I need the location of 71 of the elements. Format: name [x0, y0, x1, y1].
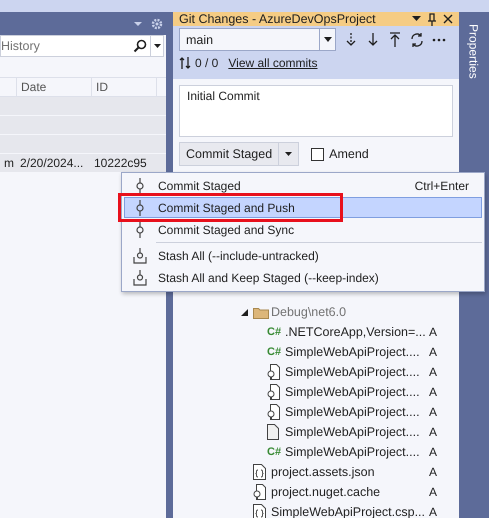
close-icon[interactable]: [443, 14, 453, 24]
caret-icon: [324, 37, 332, 42]
file-gear-icon: [267, 364, 281, 380]
settings-icon[interactable]: [151, 18, 163, 30]
file-item[interactable]: SimpleWebApiProject....: [285, 445, 429, 459]
file-gear-icon: [267, 404, 281, 420]
search-icon: [133, 39, 147, 53]
file-status: A: [429, 365, 438, 379]
menu-item[interactable]: Commit Staged Ctrl+Enter: [124, 175, 482, 196]
stash-icon: [133, 270, 147, 286]
commit-icon: [135, 178, 145, 194]
checkbox[interactable]: [311, 148, 324, 160]
expanded-icon[interactable]: [241, 308, 248, 316]
folder-icon: [253, 306, 269, 318]
file-item[interactable]: SimpleWebApiProject....: [285, 345, 429, 359]
csharp-icon: C#: [267, 326, 282, 338]
table-cell-text: 10222c95: [93, 156, 147, 170]
caret-icon: [285, 152, 292, 156]
table-row[interactable]: m 2/20/2024... 10222c95: [0, 154, 166, 172]
file-status: A: [429, 465, 438, 479]
file-item[interactable]: .NETCoreApp,Version=...: [285, 325, 429, 339]
table-cell-text: m: [3, 156, 15, 170]
file-status: A: [429, 385, 438, 399]
commit-count: 0 / 0: [195, 56, 218, 70]
menu-item[interactable]: Commit Staged and Push: [124, 197, 482, 218]
menu-item[interactable]: Commit Staged and Sync: [124, 219, 482, 240]
menu-item[interactable]: Stash All and Keep Staged (--keep-index): [124, 267, 482, 288]
folder-item[interactable]: Debug\net6.0: [271, 305, 453, 319]
file-item[interactable]: SimpleWebApiProject....: [285, 405, 429, 419]
branch-dropdown[interactable]: main: [179, 28, 336, 51]
message-field[interactable]: Initial Commit: [179, 85, 453, 137]
file-item[interactable]: project.assets.json: [271, 465, 429, 479]
csharp-icon: C#: [267, 346, 282, 358]
file-gear-icon: [253, 484, 267, 500]
commit-icon: [135, 200, 145, 216]
fetch-icon[interactable]: [344, 32, 358, 48]
file-status: A: [429, 325, 438, 339]
sync-icon[interactable]: [410, 32, 424, 48]
file-status: A: [429, 425, 438, 439]
csharp-icon: C#: [267, 446, 282, 458]
dropdown-icon[interactable]: [412, 16, 421, 22]
pin-icon[interactable]: [427, 12, 437, 26]
file-status: A: [429, 445, 438, 459]
file-gear-icon: [267, 384, 281, 400]
file-item[interactable]: SimpleWebApiProject....: [285, 425, 429, 439]
checkbox-label: Amend: [329, 147, 369, 161]
file-item[interactable]: SimpleWebApiProject....: [285, 365, 429, 379]
file-status: A: [429, 405, 438, 419]
panel-title: Git Changes - AzureDevOpsProject: [179, 12, 377, 26]
commit-icon: [135, 222, 145, 238]
file-item[interactable]: project.nuget.cache: [271, 485, 429, 499]
arrows-icon: [179, 56, 191, 70]
dropdown-button[interactable]: [150, 36, 163, 56]
pull-icon[interactable]: [366, 32, 380, 48]
file-status: A: [429, 505, 438, 518]
column-header[interactable]: ID: [92, 78, 157, 96]
json-file-icon: [253, 464, 266, 480]
menu-item[interactable]: Stash All (--include-untracked): [124, 245, 482, 266]
file-status: A: [429, 485, 438, 499]
caret-icon: [154, 44, 160, 48]
file-status: A: [429, 345, 438, 359]
push-icon[interactable]: [388, 32, 402, 48]
shortcut-label: Ctrl+Enter: [414, 178, 470, 192]
properties-tab[interactable]: Properties: [466, 12, 480, 79]
table-cell-text: 2/20/2024...: [19, 156, 84, 170]
view-commits-link[interactable]: View all commits: [228, 56, 318, 70]
search-field[interactable]: History: [0, 35, 164, 57]
file-item[interactable]: SimpleWebApiProject....: [285, 385, 429, 399]
file-icon: [267, 424, 279, 440]
column-header[interactable]: Date: [17, 78, 92, 96]
stash-icon: [133, 248, 147, 264]
